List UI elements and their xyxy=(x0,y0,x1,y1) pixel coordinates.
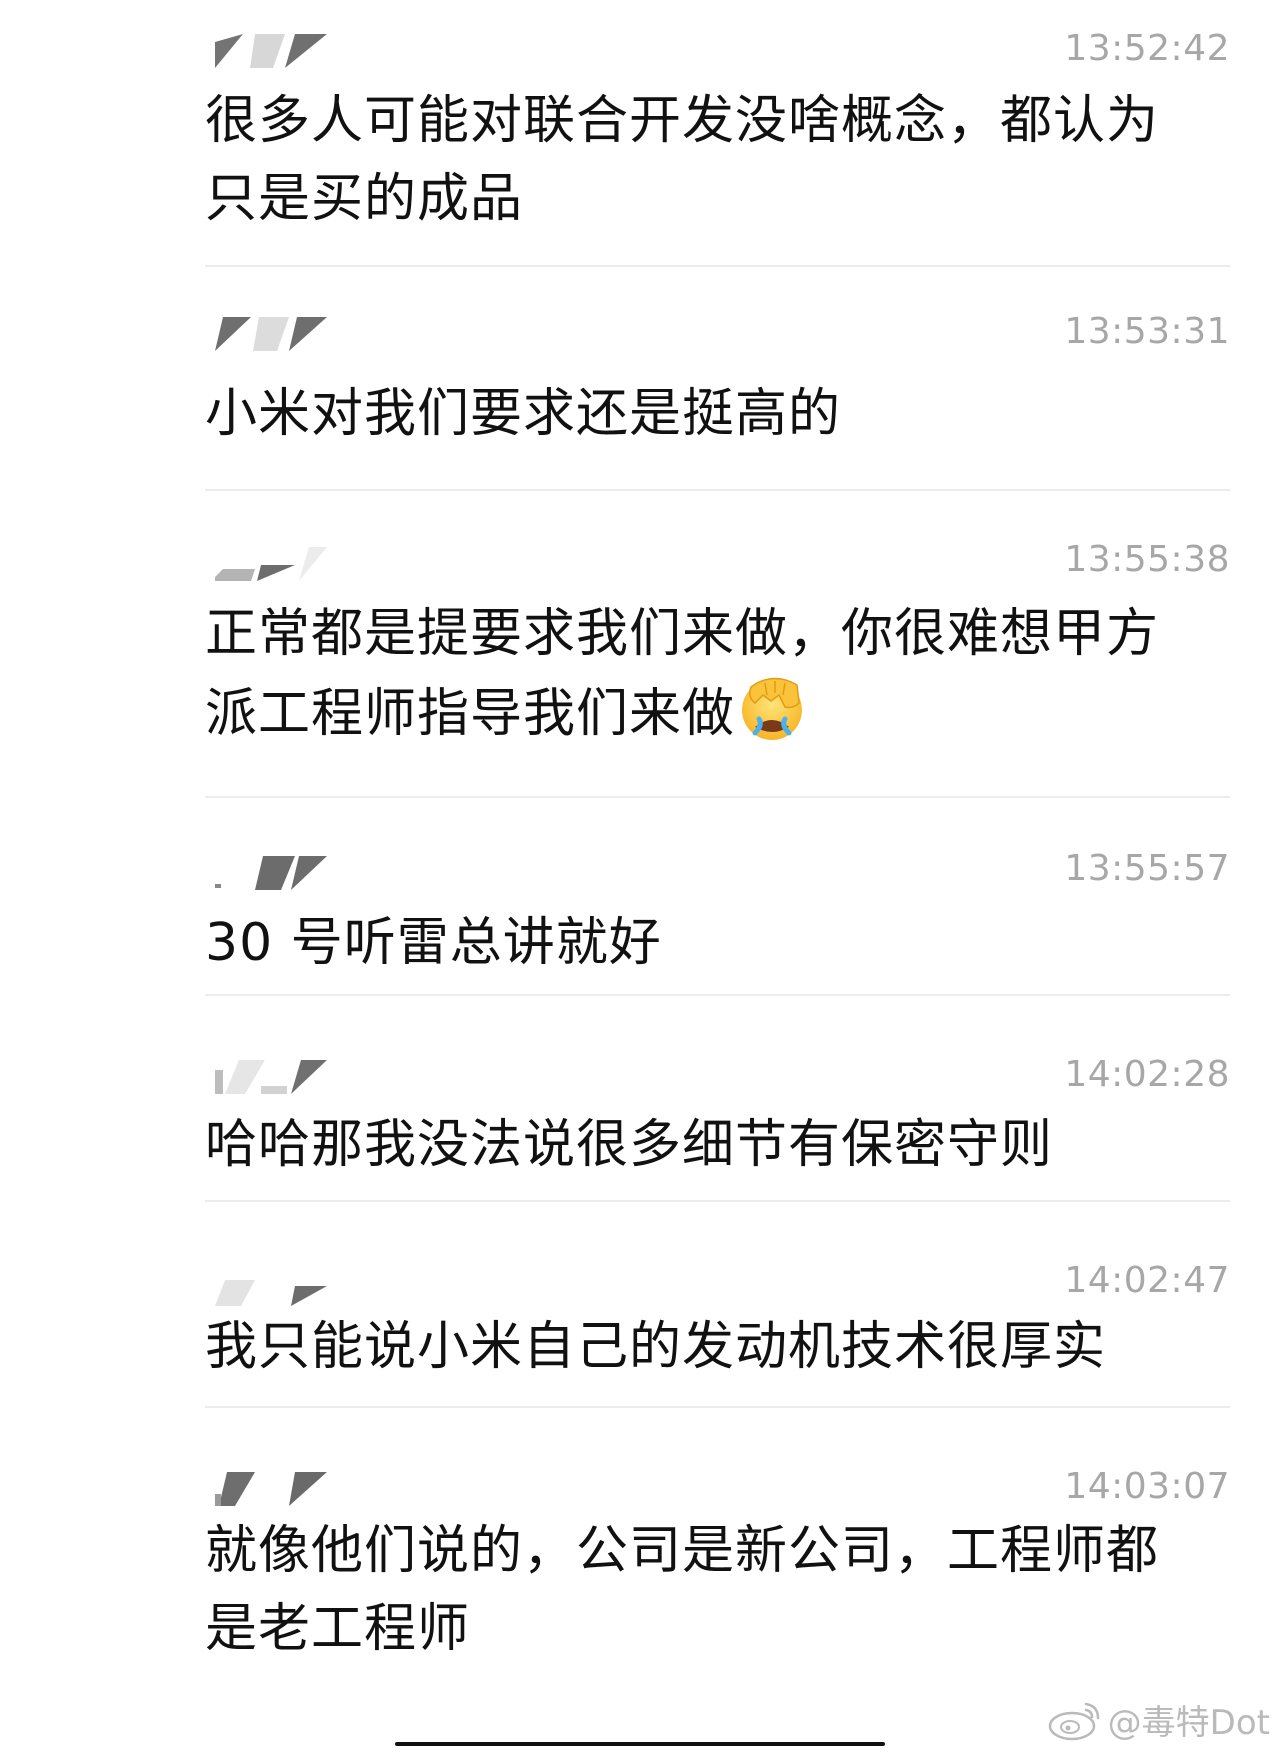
message-text: 很多人可能对联合开发没啥概念，都认为只是买的成品 xyxy=(205,91,1160,229)
message-timestamp: 14:02:28 xyxy=(1064,1054,1230,1095)
message-timestamp: 14:03:07 xyxy=(1064,1466,1230,1507)
message-timestamp: 13:53:31 xyxy=(1064,311,1230,352)
chat-message-list: 13:52:42 很多人可能对联合开发没啥概念，都认为只是买的成品 13:53:… xyxy=(205,0,1230,1752)
message-header: 14:02:28 xyxy=(205,1054,1230,1114)
message-header: 13:53:31 xyxy=(205,309,1230,369)
message-timestamp: 13:55:57 xyxy=(1064,848,1230,889)
message-timestamp: 13:52:42 xyxy=(1064,28,1230,69)
message-text: 30 号听雷总讲就好 xyxy=(205,913,662,973)
face-palm-crying-emoji xyxy=(737,673,807,743)
message-timestamp: 13:55:38 xyxy=(1064,539,1230,580)
bottom-edge-bar xyxy=(395,1742,885,1746)
message-item[interactable]: 13:53:31 小米对我们要求还是挺高的 xyxy=(205,267,1230,491)
message-header: 13:52:42 xyxy=(205,28,1230,88)
message-item[interactable]: 13:55:57 30 号听雷总讲就好 xyxy=(205,798,1230,996)
message-text: 正常都是提要求我们来做，你很难想甲方派工程师指导我们来做 xyxy=(205,595,1190,753)
message-text: 就像他们说的，公司是新公司，工程师都是老工程师 xyxy=(205,1521,1160,1659)
redacted-sender-name xyxy=(215,34,327,68)
message-text: 小米对我们要求还是挺高的 xyxy=(205,384,842,444)
redacted-sender-name xyxy=(215,1060,327,1094)
weibo-icon xyxy=(1046,1698,1102,1742)
redacted-sender-name xyxy=(215,317,327,351)
message-text: 我只能说小米自己的发动机技术很厚实 xyxy=(205,1317,1107,1377)
message-header: 13:55:38 xyxy=(205,539,1230,599)
redacted-sender-name xyxy=(215,1472,327,1506)
message-text-content: 正常都是提要求我们来做，你很难想甲方派工程师指导我们来做 xyxy=(205,604,1160,744)
message-timestamp: 14:02:47 xyxy=(1064,1260,1230,1301)
redacted-sender-name xyxy=(215,547,327,581)
message-item[interactable]: 14:02:28 哈哈那我没法说很多细节有保密守则 xyxy=(205,996,1230,1202)
watermark-text: @毒特Dot xyxy=(1107,1703,1270,1743)
weibo-watermark: @毒特Dot xyxy=(1046,1695,1270,1744)
message-header: 13:55:57 xyxy=(205,848,1230,908)
message-item[interactable]: 13:55:38 正常都是提要求我们来做，你很难想甲方派工程师指导我们来做 xyxy=(205,491,1230,798)
redacted-sender-name xyxy=(215,1272,327,1306)
message-item[interactable]: 13:52:42 很多人可能对联合开发没啥概念，都认为只是买的成品 xyxy=(205,0,1230,267)
message-item[interactable]: 14:02:47 我只能说小米自己的发动机技术很厚实 xyxy=(205,1202,1230,1408)
message-text: 哈哈那我没法说很多细节有保密守则 xyxy=(205,1115,1054,1175)
redacted-sender-name xyxy=(215,856,327,890)
